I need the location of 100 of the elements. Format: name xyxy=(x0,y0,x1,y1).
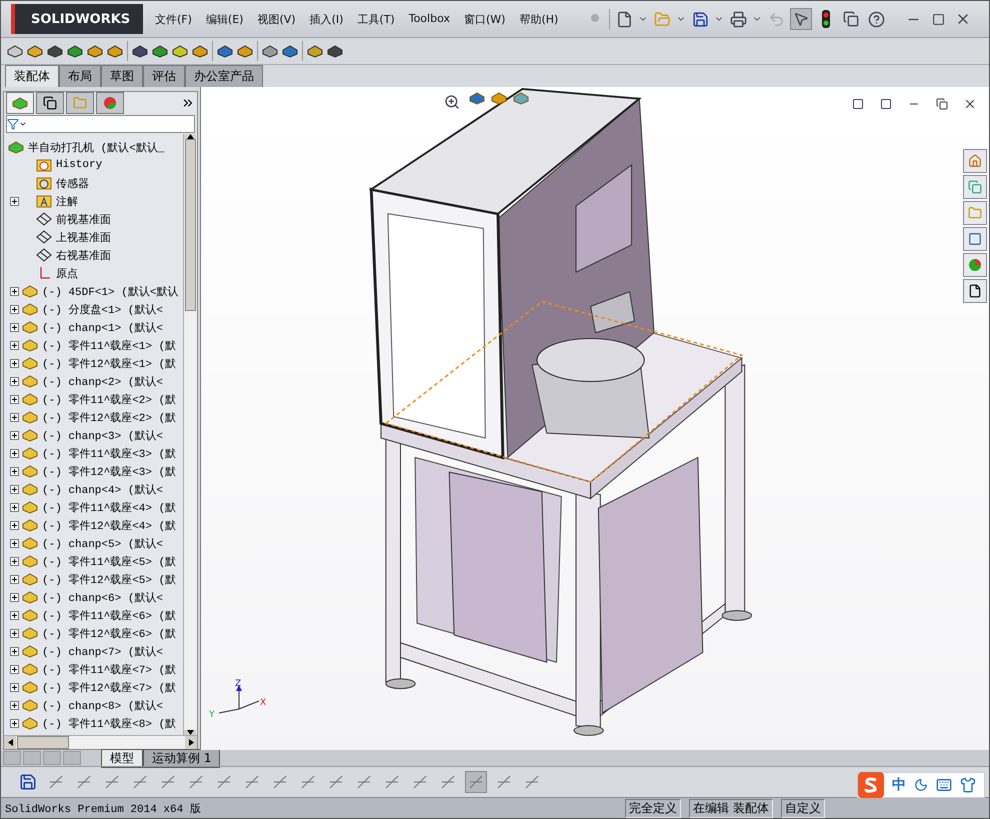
expand-icon[interactable] xyxy=(10,628,19,638)
tree-item[interactable]: (-) 零件11^载座<7> (默 xyxy=(42,662,176,676)
command-tab[interactable]: 布局 xyxy=(59,65,101,87)
tree-item[interactable]: (-) 零件12^载座<3> (默 xyxy=(42,464,176,478)
tree-item[interactable]: (-) 零件11^载座<2> (默 xyxy=(42,392,176,406)
tree-item[interactable]: 前视基准面 xyxy=(56,212,111,226)
expand-icon[interactable] xyxy=(10,538,19,548)
tree-item[interactable]: History xyxy=(56,159,102,171)
command-tab[interactable]: 办公室产品 xyxy=(185,65,263,87)
tree-item[interactable]: 传感器 xyxy=(56,176,89,190)
tree-item[interactable]: (-) 零件12^载座<1> (默 xyxy=(42,356,176,370)
menu-item[interactable]: 窗口(W) xyxy=(458,8,512,30)
horizontal-scrollbar[interactable] xyxy=(4,735,197,749)
expand-icon[interactable] xyxy=(10,358,19,368)
select-pointer-icon[interactable] xyxy=(790,8,812,30)
expand-icon[interactable] xyxy=(10,376,19,386)
tree-item[interactable]: 注解 xyxy=(56,194,78,208)
expand-icon[interactable] xyxy=(10,394,19,404)
tree-item[interactable]: (-) 零件11^载座<8> (默 xyxy=(42,716,176,730)
expand-icon[interactable] xyxy=(10,196,19,206)
custom-properties-icon[interactable] xyxy=(963,279,987,303)
scrollbar-thumb[interactable] xyxy=(17,736,69,749)
expand-icon[interactable] xyxy=(10,700,19,710)
tree-item[interactable]: (-) 零件11^载座<1> (默 xyxy=(42,338,176,352)
tree-item[interactable]: (-) chanp<5> (默认< xyxy=(42,536,164,550)
tree-item[interactable]: (-) 零件11^载座<4> (默 xyxy=(42,500,176,514)
command-tab[interactable]: 草图 xyxy=(101,65,143,87)
part-icon xyxy=(22,446,38,460)
tree-item[interactable]: (-) 零件12^载座<4> (默 xyxy=(42,518,176,532)
toolbar-icon xyxy=(192,44,208,58)
expand-icon[interactable] xyxy=(10,286,19,296)
tree-item[interactable]: (-) chanp<3> (默认< xyxy=(42,428,164,442)
tree-item[interactable]: (-) 零件11^载座<6> (默 xyxy=(42,608,176,622)
down-arrow-icon[interactable] xyxy=(186,730,194,735)
dropdown-icon[interactable] xyxy=(19,120,27,128)
resources-icon[interactable] xyxy=(963,149,987,173)
tree-item[interactable]: (-) chanp<6> (默认< xyxy=(42,590,164,604)
tree-item[interactable]: (-) 零件12^载座<2> (默 xyxy=(42,410,176,424)
expand-icon[interactable] xyxy=(10,718,19,728)
expand-icon[interactable] xyxy=(10,466,19,476)
properties-tab-icon[interactable] xyxy=(36,92,64,114)
menu-item[interactable]: 编辑(E) xyxy=(200,8,250,30)
menu-item[interactable]: Toolbox xyxy=(402,8,456,30)
expand-icon[interactable] xyxy=(10,520,19,530)
tree-item[interactable]: (-) 零件11^载座<3> (默 xyxy=(42,446,176,460)
tree-item[interactable]: 上视基准面 xyxy=(56,230,111,244)
appearance-tab-icon[interactable] xyxy=(96,92,124,114)
tree-item[interactable]: (-) 零件12^载座<7> (默 xyxy=(42,680,176,694)
tree-item[interactable]: (-) chanp<4> (默认< xyxy=(42,482,164,496)
expand-icon[interactable] xyxy=(10,340,19,350)
vertical-scrollbar[interactable] xyxy=(183,134,197,735)
tree-item[interactable]: (-) 分度盘<1> (默认< xyxy=(42,302,164,316)
filter-field[interactable] xyxy=(6,115,195,133)
expand-icon[interactable] xyxy=(10,664,19,674)
expand-icon[interactable] xyxy=(10,502,19,512)
tree-item[interactable]: (-) chanp<7> (默认< xyxy=(42,644,164,658)
menu-item[interactable]: 视图(V) xyxy=(251,8,302,30)
part-icon xyxy=(22,518,38,532)
tree-item[interactable]: 原点 xyxy=(56,266,78,280)
scrollbar-thumb[interactable] xyxy=(185,139,196,311)
tree-item[interactable]: (-) 45DF<1> (默认<默认 xyxy=(42,284,178,298)
keyboard-icon[interactable] xyxy=(936,777,952,793)
moon-icon[interactable] xyxy=(914,778,928,792)
tree-item[interactable]: (-) chanp<8> (默认< xyxy=(42,698,164,712)
expand-icon[interactable] xyxy=(10,682,19,692)
part-icon xyxy=(22,680,38,694)
command-tab[interactable]: 评估 xyxy=(143,65,185,87)
expand-icon[interactable] xyxy=(10,610,19,620)
ime-logo-icon[interactable] xyxy=(858,772,884,798)
filter-icon[interactable] xyxy=(7,118,19,130)
expand-icon[interactable] xyxy=(10,592,19,602)
file-explorer-icon[interactable] xyxy=(963,201,987,225)
up-arrow-icon[interactable] xyxy=(186,134,194,139)
expand-icon[interactable] xyxy=(10,556,19,566)
expand-icon[interactable] xyxy=(10,322,19,332)
tree-item[interactable]: (-) 零件12^载座<5> (默 xyxy=(42,572,176,586)
shirt-icon[interactable] xyxy=(960,777,976,793)
menu-item[interactable]: 帮助(H) xyxy=(513,8,564,30)
expand-icon[interactable] xyxy=(10,304,19,314)
tree-item[interactable]: 右视基准面 xyxy=(56,248,111,262)
appearance-icon[interactable] xyxy=(963,253,987,277)
ime-mode[interactable]: 中 xyxy=(892,776,906,794)
command-tab[interactable]: 装配体 xyxy=(5,65,59,87)
expand-icon[interactable] xyxy=(10,574,19,584)
tree-item[interactable]: (-) chanp<2> (默认< xyxy=(42,374,164,388)
tree-item[interactable]: (-) chanp<1> (默认< xyxy=(42,320,164,334)
tree-item[interactable]: (-) 零件12^载座<6> (默 xyxy=(42,626,176,640)
expand-icon[interactable] xyxy=(10,412,19,422)
tree-root[interactable]: 半自动打孔机 (默认<默认_ xyxy=(28,140,164,154)
tree-item[interactable]: (-) 零件11^载座<5> (默 xyxy=(42,554,176,568)
expand-icon[interactable] xyxy=(10,448,19,458)
expand-icon[interactable] xyxy=(10,646,19,656)
right-arrow-icon[interactable] xyxy=(188,739,194,746)
menu-item[interactable]: 工具(T) xyxy=(351,8,401,30)
menu-item[interactable]: 插入(I) xyxy=(304,8,350,30)
expand-icon[interactable] xyxy=(10,430,19,440)
expand-icon[interactable] xyxy=(10,484,19,494)
assembly-tab-icon[interactable] xyxy=(6,92,34,114)
left-arrow-icon[interactable] xyxy=(8,739,12,746)
menu-item[interactable]: 文件(F) xyxy=(149,8,198,30)
